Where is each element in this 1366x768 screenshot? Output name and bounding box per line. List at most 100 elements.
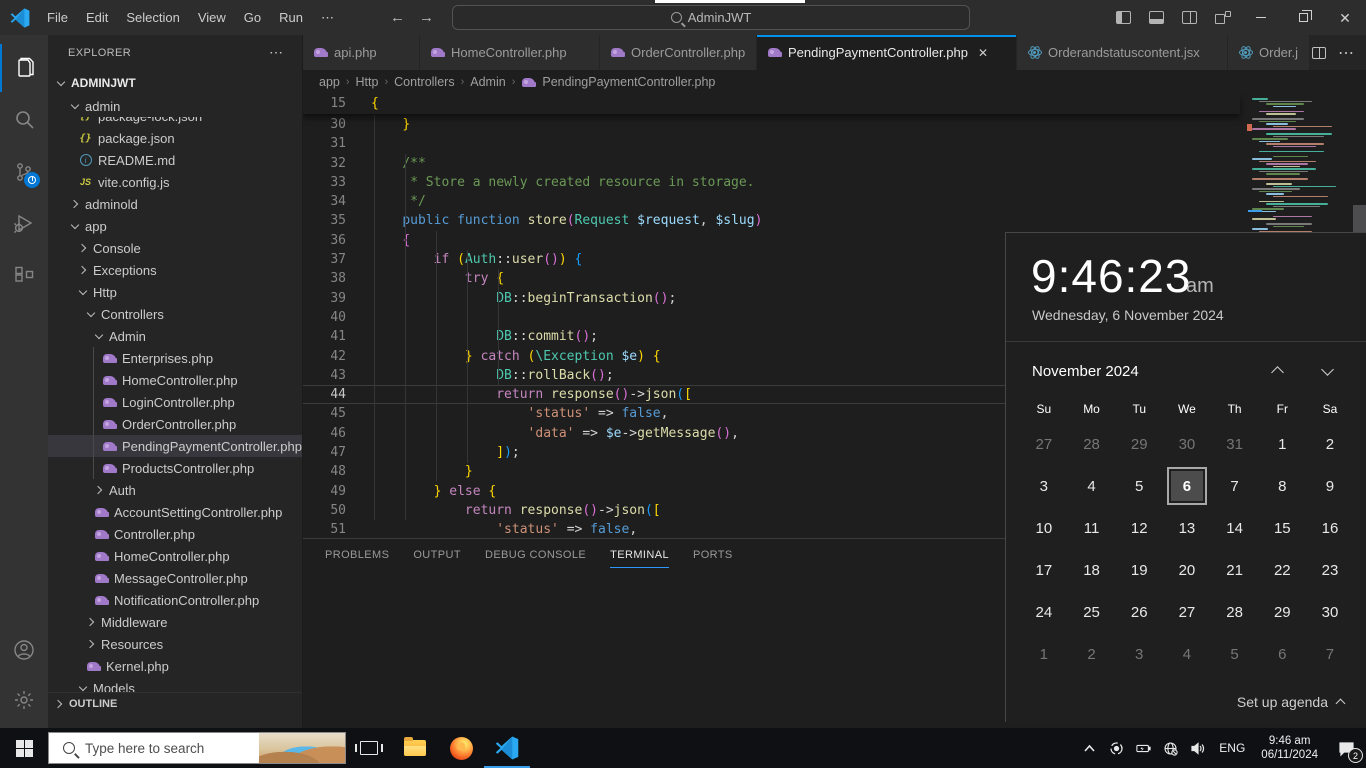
tree-item[interactable]: Enterprises.php [48,347,302,369]
meet-now-icon[interactable] [1103,728,1130,768]
calendar-day[interactable]: 28 [1211,591,1259,633]
calendar-prev-icon[interactable] [1270,367,1286,377]
tree-item[interactable]: LoginController.php [48,391,302,413]
language-indicator[interactable]: ENG [1211,741,1253,755]
menu-selection[interactable]: Selection [117,10,188,25]
tab-api-php[interactable]: api.php [303,35,420,70]
calendar-day[interactable]: 13 [1163,507,1211,549]
start-button[interactable] [0,728,48,768]
tree-item[interactable]: admin [48,95,302,117]
tree-item[interactable]: Console [48,237,302,259]
panel-tab-ports[interactable]: PORTS [693,549,733,568]
tree-item[interactable]: Middleware [48,611,302,633]
tab-order-j[interactable]: Order.j [1228,35,1310,70]
tree-item[interactable]: Kernel.php [48,655,302,677]
tree-item[interactable]: {} package.json [48,127,302,149]
calendar-day[interactable]: 4 [1068,465,1116,507]
tray-chevron-up-icon[interactable] [1076,728,1103,768]
calendar-day[interactable]: 21 [1211,549,1259,591]
tree-item[interactable]: Auth [48,479,302,501]
search-view-icon[interactable] [0,96,48,144]
task-view-button[interactable] [346,728,392,768]
tab-homecontroller-php[interactable]: HomeController.php [420,35,600,70]
tree-item[interactable]: AccountSettingController.php [48,501,302,523]
panel-tab-output[interactable]: OUTPUT [413,549,461,568]
tree-item[interactable]: Exceptions [48,259,302,281]
volume-icon[interactable] [1184,728,1211,768]
forward-arrow-icon[interactable]: → [419,9,434,26]
calendar-day[interactable]: 3 [1115,633,1163,675]
tree-item[interactable]: adminold [48,193,302,215]
tab-pendingpaymentcontroller-php[interactable]: PendingPaymentController.php ✕ [757,35,1017,70]
calendar-day[interactable]: 26 [1115,591,1163,633]
calendar-day[interactable]: 28 [1068,423,1116,465]
explorer-icon[interactable] [0,44,48,92]
calendar-day[interactable]: 12 [1115,507,1163,549]
tab-orderandstatuscontent-jsx[interactable]: Orderandstatuscontent.jsx [1017,35,1228,70]
calendar-day[interactable]: 18 [1068,549,1116,591]
file-explorer-button[interactable] [392,728,438,768]
tree-item[interactable]: MessageController.php [48,567,302,589]
menu-⋯[interactable]: ⋯ [312,10,343,25]
panel-tab-terminal[interactable]: TERMINAL [610,549,669,568]
calendar-day[interactable]: 14 [1211,507,1259,549]
outline-section[interactable]: OUTLINE [48,692,302,714]
calendar-day[interactable]: 2 [1068,633,1116,675]
editor-more-icon[interactable]: ⋯ [1338,43,1354,63]
toggle-panel-icon[interactable] [1149,11,1164,24]
close-button[interactable]: ✕ [1324,0,1366,35]
tree-item[interactable]: OrderController.php [48,413,302,435]
calendar-day[interactable]: 25 [1068,591,1116,633]
account-icon[interactable] [0,626,48,674]
calendar-day[interactable]: 29 [1258,591,1306,633]
calendar-day[interactable]: 4 [1163,633,1211,675]
calendar-day[interactable]: 29 [1115,423,1163,465]
calendar-day[interactable]: 6 [1258,633,1306,675]
panel-tab-problems[interactable]: PROBLEMS [325,549,389,568]
tray-clock[interactable]: 9:46 am 06/11/2024 [1253,734,1326,762]
calendar-day[interactable]: 23 [1306,549,1354,591]
tree-item[interactable]: HomeController.php [48,369,302,391]
command-center-search[interactable]: AdminJWT [452,5,970,30]
tree-item[interactable]: HomeController.php [48,545,302,567]
calendar-day[interactable]: 11 [1068,507,1116,549]
breadcrumb-item[interactable]: Http [356,75,379,89]
breadcrumb-item[interactable]: Admin [470,75,505,89]
menu-view[interactable]: View [189,10,235,25]
calendar-day[interactable]: 1 [1020,633,1068,675]
firefox-button[interactable] [438,728,484,768]
menu-run[interactable]: Run [270,10,312,25]
customize-layout-icon[interactable] [1215,10,1231,25]
calendar-day[interactable]: 31 [1211,423,1259,465]
calendar-day[interactable]: 5 [1115,465,1163,507]
calendar-day[interactable]: 15 [1258,507,1306,549]
split-editor-icon[interactable] [1312,46,1326,59]
source-control-icon[interactable] [0,148,48,196]
tree-item[interactable]: Resources [48,633,302,655]
toggle-secondary-sidebar-icon[interactable] [1182,11,1197,24]
agenda-toggle[interactable]: Set up agenda [1237,694,1346,710]
calendar-day[interactable]: 9 [1306,465,1354,507]
tree-item[interactable]: ProductsController.php [48,457,302,479]
toggle-sidebar-icon[interactable] [1116,11,1131,24]
search-highlight-image[interactable] [259,733,345,763]
calendar-day[interactable]: 27 [1020,423,1068,465]
calendar-day[interactable]: 2 [1306,423,1354,465]
calendar-day[interactable]: 7 [1306,633,1354,675]
calendar-day[interactable]: 27 [1163,591,1211,633]
taskbar-search[interactable]: Type here to search [48,732,346,764]
calendar-next-icon[interactable] [1320,367,1336,377]
calendar-day[interactable]: 1 [1258,423,1306,465]
breadcrumb-item[interactable]: Controllers [394,75,454,89]
settings-gear-icon[interactable] [0,676,48,724]
back-arrow-icon[interactable]: ← [390,9,405,26]
calendar-day[interactable]: 17 [1020,549,1068,591]
calendar-day[interactable]: 30 [1306,591,1354,633]
tree-item[interactable]: Admin [48,325,302,347]
calendar-day[interactable]: 24 [1020,591,1068,633]
minimize-button[interactable] [1240,0,1282,35]
calendar-day[interactable]: 5 [1211,633,1259,675]
menu-edit[interactable]: Edit [77,10,117,25]
explorer-more-icon[interactable]: ⋯ [269,44,284,61]
tree-item[interactable]: Http [48,281,302,303]
